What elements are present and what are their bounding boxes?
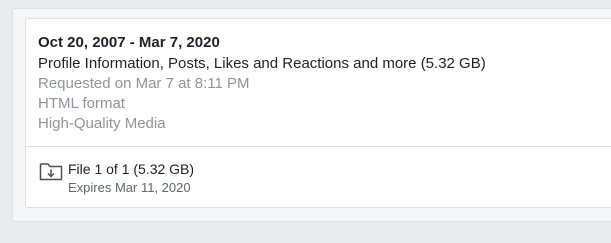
archive-card: Oct 20, 2007 - Mar 7, 2020 Profile Infor… (25, 18, 611, 208)
archive-media-quality: High-Quality Media (38, 115, 166, 132)
archive-format: HTML format (38, 95, 125, 112)
file-download-row[interactable]: File 1 of 1 (5.32 GB) Expires Mar 11, 20… (26, 147, 611, 209)
archive-requested-date: Requested on Mar 7 at 8:11 PM (38, 75, 250, 92)
archive-date-range: Oct 20, 2007 - Mar 7, 2020 (38, 34, 220, 51)
archive-description: Profile Information, Posts, Likes and Re… (38, 55, 486, 72)
file-title[interactable]: File 1 of 1 (5.32 GB) (68, 161, 194, 177)
download-folder-icon[interactable] (39, 160, 63, 182)
archive-details: Oct 20, 2007 - Mar 7, 2020 Profile Infor… (26, 19, 611, 147)
file-expiration: Expires Mar 11, 2020 (68, 180, 191, 195)
